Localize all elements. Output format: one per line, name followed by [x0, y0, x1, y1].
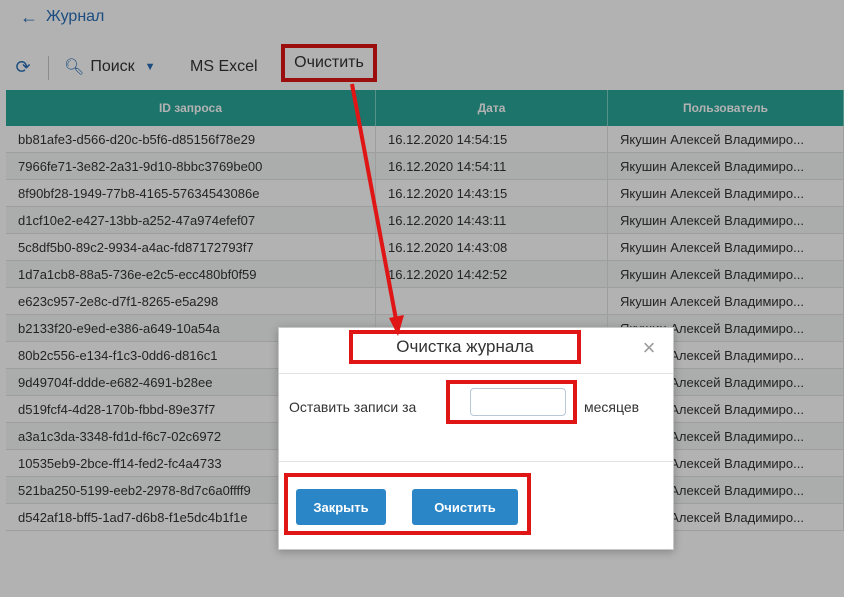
close-icon[interactable]: × — [639, 337, 659, 359]
months-input-highlight — [446, 380, 577, 424]
dialog-footer-divider — [279, 461, 673, 462]
months-input[interactable] — [470, 388, 566, 416]
dialog-title: Очистка журнала — [349, 330, 581, 364]
clear-button[interactable]: Очистить — [412, 489, 518, 525]
dialog-buttons-highlight: Закрыть Очистить — [284, 473, 531, 535]
keep-records-label: Оставить записи за — [289, 399, 417, 415]
clear-log-dialog: Очистка журнала × Оставить записи за мес… — [278, 327, 674, 550]
dialog-divider — [279, 373, 673, 374]
months-unit-label: месяцев — [584, 399, 640, 415]
close-button[interactable]: Закрыть — [296, 489, 386, 525]
